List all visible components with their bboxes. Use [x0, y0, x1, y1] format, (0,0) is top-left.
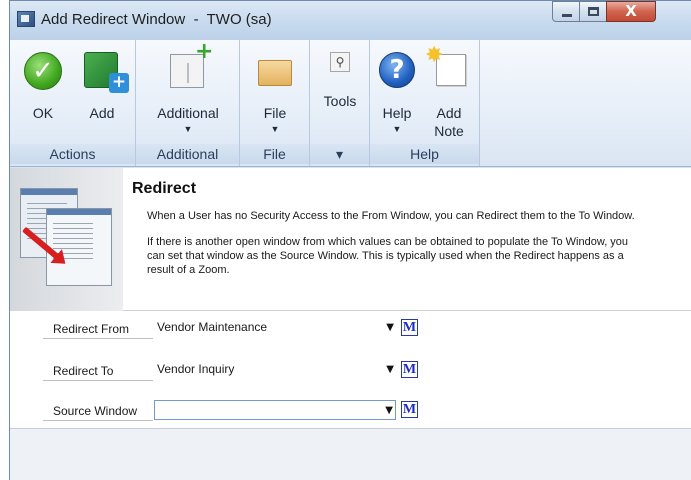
close-icon: X — [625, 2, 637, 20]
dropdown-arrow-icon[interactable]: ▼ — [385, 401, 393, 420]
tools-button[interactable]: ⚲ Tools — [314, 40, 366, 140]
redirect-to-select[interactable]: Vendor Inquiry ▼ — [154, 360, 396, 380]
ok-label: OK — [32, 105, 54, 121]
redirect-to-row: Redirect To Vendor Inquiry ▼ M — [10, 359, 691, 385]
window-title: Add Redirect Window - TWO (sa) — [41, 11, 272, 28]
redirect-to-label: Redirect To — [43, 362, 153, 381]
group-label-actions: Actions — [10, 144, 135, 164]
ribbon-group-help: ? Help ▼ Add Note Help — [370, 40, 480, 166]
header-description-line3: can set that window as the Source Window… — [147, 250, 624, 262]
chevron-down-icon: ▼ — [183, 124, 193, 134]
m-lookup-button[interactable]: M — [401, 319, 418, 336]
help-icon: ? — [379, 52, 415, 88]
group-label-help: Help — [370, 144, 479, 164]
maximize-icon — [588, 7, 599, 16]
file-label: File — [263, 105, 287, 121]
chevron-down-icon: ▼ — [392, 124, 402, 134]
redirect-illustration — [10, 168, 123, 311]
note-icon — [425, 43, 466, 86]
header-description-line2: If there is another open window from whi… — [147, 236, 629, 248]
add-label: Add — [89, 105, 115, 121]
add-note-label-line2: Note — [434, 123, 464, 139]
minimize-icon — [562, 14, 572, 17]
title-bar[interactable]: Add Redirect Window - TWO (sa) X — [10, 1, 691, 39]
m-lookup-button[interactable]: M — [401, 401, 418, 418]
ribbon: ✓ OK Add Actions Additional ▼ Additional… — [10, 39, 691, 167]
app-window-icon — [17, 11, 35, 27]
source-window-label: Source Window — [43, 402, 153, 421]
window-screenshot-icon — [46, 208, 112, 286]
folder-icon — [258, 60, 292, 86]
window-footer-bar — [10, 428, 691, 480]
add-icon — [84, 52, 129, 93]
window-controls: X — [552, 1, 656, 22]
source-window-select[interactable]: ▼ — [154, 400, 396, 420]
header-description-line4: result of a Zoom. — [147, 264, 230, 276]
redirect-from-select[interactable]: Vendor Maintenance ▼ — [154, 318, 396, 338]
source-window-row: Source Window ▼ M — [10, 399, 691, 425]
ribbon-group-tools: ⚲ Tools ▾ — [310, 40, 370, 166]
minimize-button[interactable] — [552, 1, 580, 22]
file-button[interactable]: File ▼ — [246, 40, 304, 140]
m-lookup-button[interactable]: M — [401, 361, 418, 378]
ok-check-icon: ✓ — [24, 52, 62, 90]
add-note-label-line1: Add — [436, 105, 462, 121]
maximize-button[interactable] — [579, 1, 607, 22]
help-label: Help — [382, 105, 412, 121]
additional-label: Additional — [157, 105, 219, 121]
redirect-from-row: Redirect From Vendor Maintenance ▼ M — [10, 317, 691, 343]
add-redirect-window: Add Redirect Window - TWO (sa) X ✓ OK Ad… — [9, 0, 691, 480]
ribbon-group-additional: Additional ▼ Additional — [136, 40, 240, 166]
group-expand-chevron[interactable]: ▾ — [310, 144, 369, 164]
dropdown-arrow-icon[interactable]: ▼ — [386, 360, 394, 379]
ribbon-group-actions: ✓ OK Add Actions — [10, 40, 136, 166]
close-button[interactable]: X — [606, 1, 656, 22]
help-button[interactable]: ? Help ▼ — [374, 40, 420, 140]
tools-label: Tools — [323, 93, 357, 109]
redirect-header-panel: Redirect When a User has no Security Acc… — [10, 168, 691, 311]
ok-button[interactable]: ✓ OK — [18, 40, 68, 140]
additional-window-icon — [170, 43, 213, 88]
redirect-from-value: Vendor Maintenance — [157, 320, 268, 334]
add-button[interactable]: Add — [76, 40, 129, 140]
group-label-file: File — [240, 144, 309, 164]
ribbon-group-file: File ▼ File — [240, 40, 310, 166]
redirect-from-label: Redirect From — [43, 320, 153, 339]
content-area: Redirect When a User has no Security Acc… — [10, 168, 691, 480]
group-label-additional: Additional — [136, 144, 239, 164]
additional-button[interactable]: Additional ▼ — [142, 40, 234, 140]
redirect-to-value: Vendor Inquiry — [157, 362, 235, 376]
tools-icon: ⚲ — [330, 52, 350, 72]
chevron-down-icon: ▼ — [270, 124, 280, 134]
header-description-line1: When a User has no Security Access to th… — [147, 210, 635, 222]
header-title: Redirect — [132, 180, 197, 197]
add-note-button[interactable]: Add Note — [424, 40, 474, 140]
dropdown-arrow-icon[interactable]: ▼ — [386, 318, 394, 337]
